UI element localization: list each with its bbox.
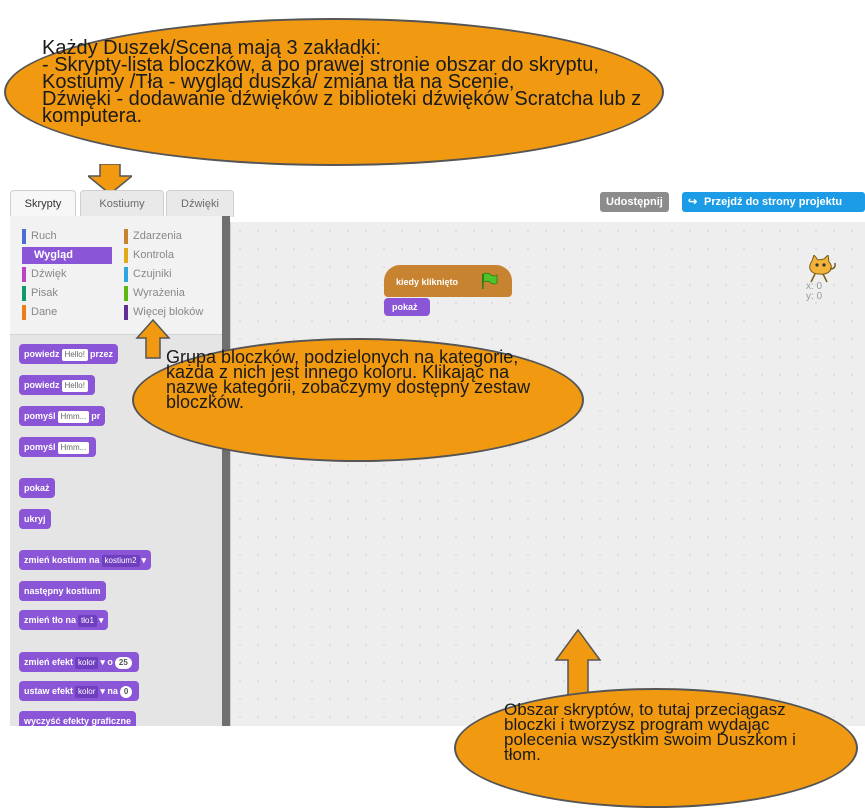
- sprite-coordinates: x: 0 y: 0: [806, 282, 822, 302]
- hat-block-label: kiedy kliknięto: [396, 277, 459, 287]
- palette-callout-text: Grupa bloczków, podzielonych na kategori…: [166, 347, 531, 412]
- category-sensing[interactable]: Czujniki: [124, 266, 214, 283]
- scripts-callout-arrow: [554, 628, 602, 699]
- palette-scrollbar[interactable]: [222, 216, 230, 726]
- sprite-y: y: 0: [806, 291, 823, 302]
- editor-tabs: Skrypty Kostiumy Dźwięki: [10, 190, 234, 218]
- category-events[interactable]: Zdarzenia: [124, 228, 214, 245]
- project-page-button[interactable]: ↪ Przejdź do strony projektu: [682, 192, 865, 212]
- show-block[interactable]: pokaż: [19, 478, 55, 498]
- tab-scripts[interactable]: Skrypty: [10, 190, 76, 218]
- think-block[interactable]: pomyśl Hmm...: [19, 437, 97, 457]
- project-page-icon: ↪: [688, 196, 698, 208]
- scripts-area[interactable]: [230, 222, 865, 726]
- switch-backdrop-block[interactable]: zmień tło na tło1 ▾: [19, 610, 109, 630]
- scripts-callout: Obszar skryptów, to tutaj przeciągasz bl…: [454, 688, 858, 808]
- share-button[interactable]: Udostępnij: [600, 192, 669, 212]
- category-motion[interactable]: Ruch: [22, 228, 112, 245]
- tabs-callout-text: Każdy Duszek/Scena mają 3 zakładki: - Sk…: [42, 37, 642, 127]
- hide-block[interactable]: ukryj: [19, 509, 51, 529]
- script-show-block[interactable]: pokaż: [384, 298, 430, 316]
- when-flag-clicked-block[interactable]: kiedy kliknięto: [384, 265, 512, 297]
- green-flag-icon: [482, 272, 498, 289]
- switch-costume-block[interactable]: zmień kostium na kostium2 ▾: [19, 550, 152, 570]
- change-effect-block[interactable]: zmień efekt kolor ▾ o 25: [19, 652, 139, 672]
- sprite-cat-icon: [809, 255, 836, 283]
- project-page-label: Przejdź do strony projektu: [704, 196, 843, 208]
- tabs-callout: Każdy Duszek/Scena mają 3 zakładki: - Sk…: [4, 18, 664, 166]
- tab-costumes[interactable]: Kostiumy: [80, 190, 164, 217]
- category-data[interactable]: Dane: [22, 304, 112, 321]
- category-control[interactable]: Kontrola: [124, 247, 214, 264]
- say-block[interactable]: powiedz Hello!: [19, 375, 95, 395]
- category-operators[interactable]: Wyrażenia: [124, 285, 214, 302]
- category-looks[interactable]: Wygląd: [22, 247, 112, 264]
- tab-sounds[interactable]: Dźwięki: [166, 190, 234, 217]
- next-costume-block[interactable]: następny kostium: [19, 581, 106, 601]
- scripts-callout-text: Obszar skryptów, to tutaj przeciągasz bl…: [504, 700, 796, 764]
- think-for-secs-block[interactable]: pomyśl Hmm... pr: [19, 406, 106, 426]
- category-list: Ruch Zdarzenia Wygląd Kontrola Dźwięk Cz…: [10, 216, 222, 335]
- palette-callout: Grupa bloczków, podzielonych na kategori…: [132, 338, 584, 462]
- say-for-secs-block[interactable]: powiedz Hello! przez: [19, 344, 118, 364]
- set-effect-block[interactable]: ustaw efekt kolor ▾ na 0: [19, 681, 140, 701]
- block-palette: Ruch Zdarzenia Wygląd Kontrola Dźwięk Cz…: [10, 216, 223, 726]
- category-pen[interactable]: Pisak: [22, 285, 112, 302]
- category-sound[interactable]: Dźwięk: [22, 266, 112, 283]
- clear-effects-block[interactable]: wyczyść efekty graficzne: [19, 711, 137, 726]
